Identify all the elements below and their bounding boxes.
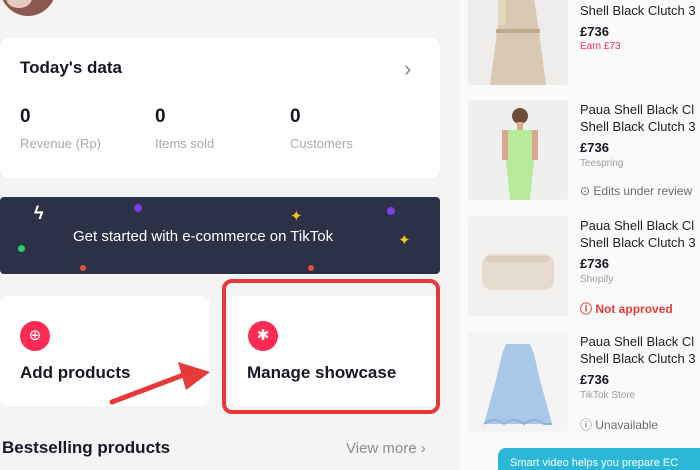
showcase-product-list[interactable]: Shell Black Clutch 3 £736 Earn £73 Paua … (460, 0, 700, 470)
product-source: TikTok Store (580, 390, 636, 401)
product-image[interactable] (468, 332, 568, 432)
alert-icon: ⓘ (580, 302, 593, 316)
confetti-dot (387, 207, 395, 215)
product-source: Teespring (580, 158, 624, 169)
smart-video-tooltip[interactable]: Smart video helps you prepare EC (498, 448, 700, 470)
todays-data-card[interactable]: Today's data › 0 Revenue (Rp) 0 Items so… (0, 38, 440, 178)
sparkle-icon: ✦ (290, 208, 303, 225)
confetti-dot (80, 265, 86, 271)
product-earn: Earn £73 (580, 41, 621, 52)
product-title: Shell Black Clutch 3 (580, 3, 696, 18)
ecommerce-banner[interactable]: ϟ ✦ ✦ Get started with e-commerce on Tik… (0, 197, 440, 274)
banner-text: Get started with e-commerce on TikTok (73, 228, 334, 245)
lightning-icon: ϟ (34, 203, 44, 223)
shopping-bag-icon: ⊕ (20, 321, 50, 351)
info-icon: ⓘ (580, 418, 593, 432)
product-image[interactable] (468, 0, 568, 85)
product-source: Shopify (580, 274, 614, 285)
product-price: £736 (580, 140, 609, 155)
confetti-dot (18, 245, 25, 252)
bestselling-title: Bestselling products (2, 438, 171, 457)
product-price: £736 (580, 24, 609, 39)
product-title-line: Shell Black Clutch 3 (580, 119, 696, 134)
product-title-line: Paua Shell Black Cl (580, 334, 695, 349)
metric-items-sold: 0 Items sold (155, 106, 215, 151)
product-price: £736 (580, 256, 609, 271)
product-status: ⊙ Edits under review (580, 184, 693, 198)
product-status: ⓘ Not approved (580, 302, 673, 316)
sparkle-icon: ✦ (398, 232, 411, 249)
chevron-right-icon[interactable]: › (404, 56, 411, 82)
avatar[interactable] (0, 0, 56, 16)
metric-customers: 0 Customers (290, 106, 353, 151)
confetti-dot (308, 265, 314, 271)
product-title-line: Shell Black Clutch 3 (580, 351, 696, 366)
metric-revenue: 0 Revenue (Rp) (20, 106, 101, 151)
confetti-dot (134, 204, 142, 212)
product-title-line: Paua Shell Black Cl (580, 102, 695, 117)
product-price: £736 (580, 372, 609, 387)
product-title-line: Shell Black Clutch 3 (580, 235, 696, 250)
product-title-line: Paua Shell Black Cl (580, 218, 695, 233)
clock-icon: ⊙ (580, 184, 591, 198)
todays-data-title: Today's data (20, 58, 122, 77)
product-image[interactable] (468, 100, 568, 200)
product-status: ⓘ Unavailable (580, 418, 659, 432)
pointer-arrow-icon (109, 362, 210, 405)
view-more-link[interactable]: View more › (346, 440, 426, 457)
highlight-box (222, 279, 440, 414)
product-image[interactable] (468, 216, 568, 316)
